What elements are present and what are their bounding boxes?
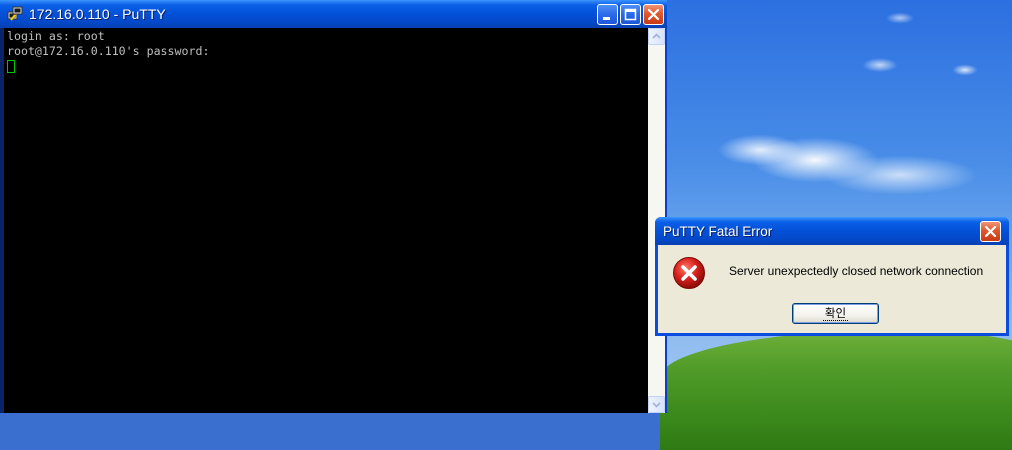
ok-button-label: 확인 (822, 306, 849, 321)
dialog-body: Server unexpectedly closed network conne… (658, 245, 1006, 333)
putty-icon[interactable] (7, 6, 23, 22)
error-icon (672, 256, 706, 290)
minimize-button[interactable] (597, 4, 618, 25)
error-dialog: PuTTY Fatal Error Server unexpectedly cl… (655, 217, 1009, 336)
close-button[interactable] (643, 4, 664, 25)
maximize-icon (624, 8, 637, 21)
close-icon (984, 225, 997, 238)
chevron-up-icon (652, 33, 661, 39)
putty-window: 172.16.0.110 - PuTTY login as: root root… (0, 0, 667, 413)
scroll-up-button[interactable] (648, 28, 665, 45)
terminal-cursor-line (7, 59, 648, 74)
dialog-close-button[interactable] (980, 221, 1001, 242)
terminal-line: login as: root (7, 29, 105, 43)
close-icon (647, 8, 660, 21)
wallpaper-hill (660, 330, 1012, 450)
terminal-screen[interactable]: login as: root root@172.16.0.110's passw… (4, 28, 648, 413)
ok-button[interactable]: 확인 (792, 303, 879, 324)
error-message: Server unexpectedly closed network conne… (729, 264, 984, 278)
maximize-button[interactable] (620, 4, 641, 25)
terminal-line: root@172.16.0.110's password: (7, 44, 210, 58)
window-title: 172.16.0.110 - PuTTY (29, 6, 166, 22)
dialog-titlebar[interactable]: PuTTY Fatal Error (655, 217, 1009, 245)
putty-titlebar[interactable]: 172.16.0.110 - PuTTY (0, 0, 667, 28)
text-cursor (7, 60, 15, 73)
dialog-title: PuTTY Fatal Error (663, 224, 773, 239)
scroll-down-button[interactable] (648, 396, 665, 413)
chevron-down-icon (652, 402, 661, 408)
minimize-icon (603, 17, 610, 20)
